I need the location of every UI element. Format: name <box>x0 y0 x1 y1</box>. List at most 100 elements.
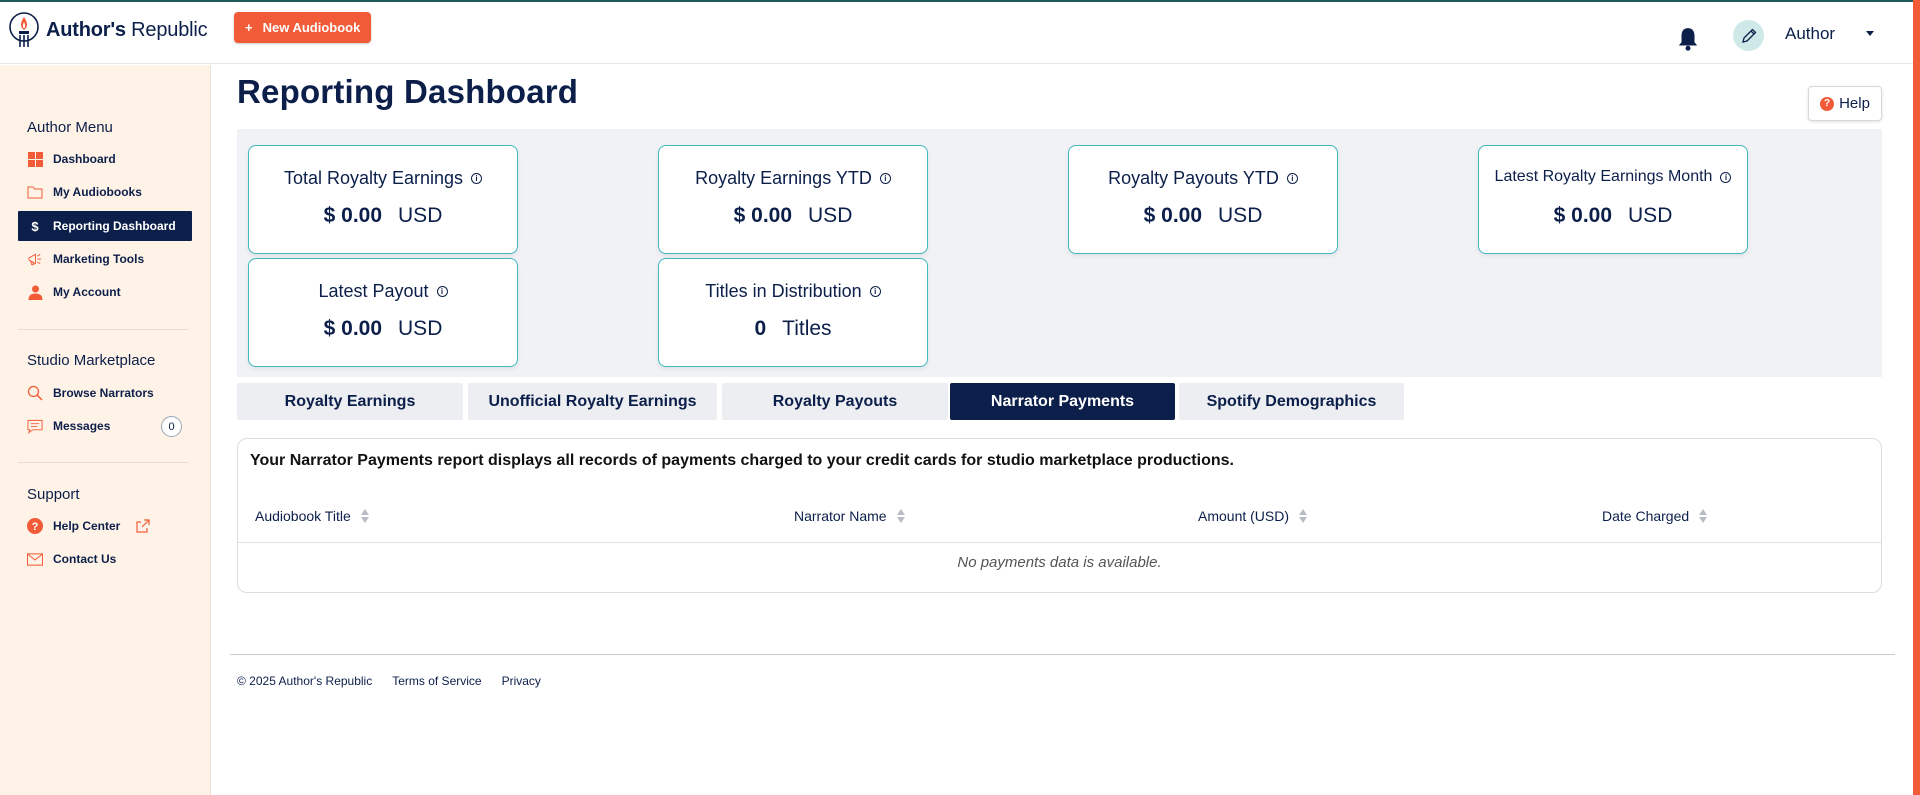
column-header-date-charged[interactable]: Date Charged <box>1602 508 1708 524</box>
sidebar-item-dashboard[interactable]: Dashboard <box>18 144 192 174</box>
stat-unit: USD <box>398 204 443 227</box>
tab-royalty-earnings[interactable]: Royalty Earnings <box>237 383 463 420</box>
info-icon[interactable]: i <box>471 173 483 184</box>
sidebar-item-label: Messages <box>53 419 111 433</box>
chat-icon <box>27 418 43 434</box>
pencil-icon <box>1741 28 1756 43</box>
info-icon[interactable]: i <box>1286 173 1298 184</box>
author-menu-title: Author Menu <box>27 119 113 136</box>
terms-of-service-link[interactable]: Terms of Service <box>392 674 481 688</box>
right-accent-bar <box>1913 0 1920 795</box>
sort-icon[interactable] <box>1699 509 1708 523</box>
info-icon[interactable]: i <box>1720 171 1732 183</box>
megaphone-icon <box>27 251 43 267</box>
help-button[interactable]: ? Help <box>1808 86 1882 121</box>
sidebar-item-label: Reporting Dashboard <box>53 219 176 233</box>
sidebar-item-reporting-dashboard[interactable]: $ Reporting Dashboard <box>18 211 192 241</box>
stat-label-text: Royalty Payouts YTD <box>1108 168 1279 188</box>
info-icon[interactable]: i <box>879 173 891 184</box>
info-icon[interactable]: i <box>869 286 881 297</box>
sidebar-item-label: Contact Us <box>53 552 117 566</box>
column-header-audiobook-title[interactable]: Audiobook Title <box>255 508 369 524</box>
page-title: Reporting Dashboard <box>237 73 579 110</box>
stat-label-text: Total Royalty Earnings <box>283 168 464 188</box>
tab-royalty-payouts[interactable]: Royalty Payouts <box>722 383 948 420</box>
stat-amount: $ 0.00 <box>1553 204 1613 227</box>
privacy-link[interactable]: Privacy <box>502 674 541 688</box>
column-header-amount[interactable]: Amount (USD) <box>1198 508 1308 524</box>
help-label: Help <box>1839 95 1870 112</box>
tab-unofficial-royalty-earnings[interactable]: Unofficial Royalty Earnings <box>468 383 717 420</box>
tab-spotify-demographics[interactable]: Spotify Demographics <box>1179 383 1404 420</box>
sidebar-item-label: Browse Narrators <box>53 386 154 400</box>
stat-label-text: Titles in Distribution <box>705 281 862 301</box>
stat-label: Royalty Payouts YTD i <box>1069 168 1337 189</box>
sidebar-divider <box>18 462 188 463</box>
footer-divider <box>230 654 1895 655</box>
new-audiobook-button[interactable]: + New Audiobook <box>234 12 372 43</box>
sidebar-item-my-account[interactable]: My Account <box>18 277 192 307</box>
empty-table-message: No payments data is available. <box>957 554 1162 571</box>
footer-copyright: © 2025 Author's Republic <box>237 674 373 688</box>
sidebar-item-marketing-tools[interactable]: Marketing Tools <box>18 244 192 274</box>
new-audiobook-label: New Audiobook <box>262 20 361 35</box>
grid-icon <box>27 151 43 167</box>
sidebar-item-my-audiobooks[interactable]: My Audiobooks <box>18 177 192 207</box>
stats-panel: Total Royalty Earnings i $ 0.00 USD Royalt… <box>237 129 1882 377</box>
bell-icon[interactable] <box>1675 26 1701 52</box>
column-header-label: Narrator Name <box>794 508 887 524</box>
stat-label: Latest Payout i <box>249 281 517 302</box>
sidebar-divider <box>18 329 188 330</box>
support-title: Support <box>27 486 80 503</box>
stat-card-titles-in-distribution: Titles in Distribution i 0 Titles <box>658 258 928 367</box>
sidebar-item-label: Help Center <box>53 519 121 533</box>
person-icon <box>27 284 43 300</box>
narrator-payments-report: Your Narrator Payments report displays a… <box>237 438 1882 593</box>
sidebar-item-messages[interactable]: Messages 0 <box>18 411 192 441</box>
sidebar-item-contact-us[interactable]: Contact Us <box>18 544 192 574</box>
studio-marketplace-title: Studio Marketplace <box>27 352 156 369</box>
table-header-divider <box>238 542 1881 543</box>
stat-label: Total Royalty Earnings i <box>249 168 517 189</box>
sort-icon[interactable] <box>896 509 905 523</box>
stat-amount: 0 <box>754 317 767 340</box>
footer: © 2025 Author's Republic Terms of Servic… <box>237 674 541 688</box>
avatar[interactable] <box>1733 20 1764 51</box>
column-header-label: Date Charged <box>1602 508 1690 524</box>
stat-unit: USD <box>1218 204 1263 227</box>
republic-logo-icon <box>9 12 39 47</box>
stat-card-royalty-earnings-ytd: Royalty Earnings YTD i $ 0.00 USD <box>658 145 928 254</box>
brand-logo[interactable]: Author's Republic <box>8 11 208 49</box>
stat-label: Latest Royalty Earnings Month i <box>1479 168 1747 186</box>
question-icon: ? <box>27 518 43 534</box>
sidebar: Author Menu Dashboard My Audiobooks $ Re… <box>0 65 211 795</box>
messages-count-badge: 0 <box>161 416 182 437</box>
stat-unit: USD <box>398 317 443 340</box>
stat-label-text: Royalty Earnings YTD <box>695 168 872 188</box>
stat-value: 0 Titles <box>659 317 927 341</box>
sort-icon[interactable] <box>360 509 369 523</box>
top-header: Author's Republic + New Audiobook Author <box>0 2 1913 64</box>
dollar-icon: $ <box>31 218 39 234</box>
stat-amount: $ 0.00 <box>323 204 383 227</box>
sidebar-item-browse-narrators[interactable]: Browse Narrators <box>18 378 192 408</box>
column-header-label: Audiobook Title <box>255 508 351 524</box>
info-icon[interactable]: i <box>436 286 448 297</box>
stat-amount: $ 0.00 <box>1143 204 1203 227</box>
stat-amount: $ 0.00 <box>323 317 383 340</box>
folder-icon <box>27 184 43 200</box>
user-menu-name[interactable]: Author <box>1785 24 1835 44</box>
stat-card-latest-payout: Latest Payout i $ 0.00 USD <box>248 258 518 367</box>
sidebar-item-label: My Audiobooks <box>53 185 142 199</box>
tab-narrator-payments[interactable]: Narrator Payments <box>950 383 1175 420</box>
stat-unit: USD <box>808 204 853 227</box>
stat-card-total-royalty-earnings: Total Royalty Earnings i $ 0.00 USD <box>248 145 518 254</box>
stat-value: $ 0.00 USD <box>249 317 517 341</box>
sidebar-item-help-center[interactable]: ? Help Center <box>18 511 192 541</box>
brand-name: Author's Republic <box>46 19 208 42</box>
sort-icon[interactable] <box>1299 509 1308 523</box>
report-description: Your Narrator Payments report displays a… <box>250 452 1234 469</box>
stat-value: $ 0.00 USD <box>1069 204 1337 228</box>
chevron-down-icon[interactable] <box>1866 31 1874 36</box>
column-header-narrator-name[interactable]: Narrator Name <box>794 508 905 524</box>
